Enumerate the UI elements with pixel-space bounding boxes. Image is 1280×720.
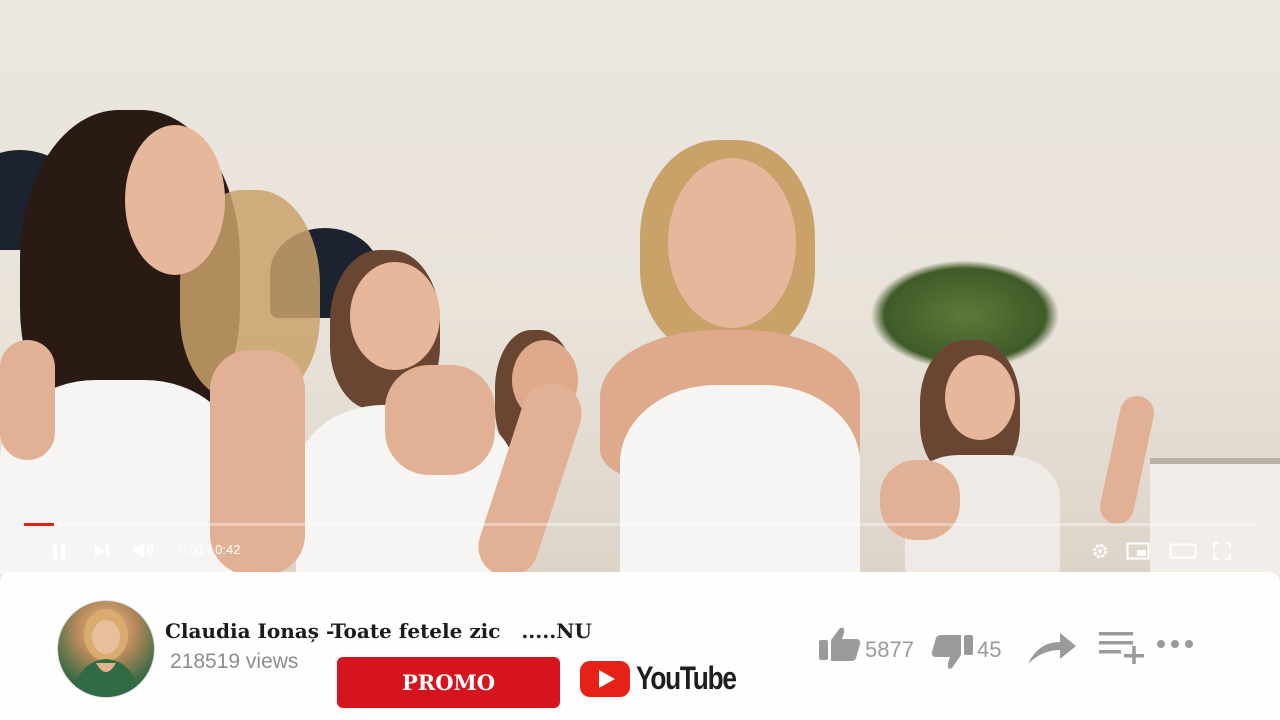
youtube-wordmark: YouTube (636, 660, 737, 696)
next-icon (95, 545, 109, 557)
singer-face (668, 158, 796, 328)
fullscreen-button[interactable] (1210, 539, 1234, 563)
dancer-center-left-face (350, 262, 440, 370)
pause-icon (53, 543, 65, 559)
miniplayer-icon (1126, 542, 1150, 560)
more-button[interactable] (1155, 636, 1195, 652)
settings-icon (1093, 544, 1107, 558)
dancer-left-face (125, 125, 225, 275)
singer-fist (880, 460, 960, 540)
volume-icon (133, 542, 154, 558)
view-count: 218519 views (170, 650, 299, 673)
singer-dress (620, 385, 860, 575)
share-button[interactable] (1026, 628, 1078, 668)
video-title[interactable]: Claudia Ionaș -Toate fetele zic .....NU (165, 619, 592, 643)
more-icon (1157, 640, 1193, 648)
settings-button[interactable] (1089, 540, 1111, 562)
fullscreen-icon (1213, 542, 1231, 560)
youtube-play-icon (580, 660, 630, 697)
volume-button[interactable] (130, 537, 158, 563)
next-button[interactable] (90, 539, 114, 563)
avatar-portrait (72, 609, 140, 697)
dislike-button[interactable] (930, 633, 974, 673)
dancer-right-face (945, 355, 1015, 440)
like-count: 5877 (865, 637, 914, 662)
dislike-count: 45 (977, 637, 1002, 662)
like-button[interactable] (818, 625, 862, 663)
youtube-logo[interactable]: YouTube (580, 660, 758, 697)
theater-icon (1169, 543, 1197, 559)
share-icon (1028, 633, 1076, 664)
miniplayer-button[interactable] (1124, 539, 1152, 563)
dancer-right-arm (1096, 392, 1158, 528)
video-frame[interactable]: 0:01 / 0:42 (0, 0, 1280, 575)
theater-button[interactable] (1167, 539, 1199, 563)
time-display: 0:01 / 0:42 (179, 542, 241, 557)
dancer-center-left-hands (385, 365, 495, 475)
channel-avatar[interactable] (57, 600, 155, 698)
video-info-panel (0, 572, 1280, 720)
thumbs-down-icon (931, 635, 973, 669)
add-to-playlist-button[interactable] (1098, 630, 1146, 664)
thumbs-up-icon (819, 627, 861, 661)
promo-button[interactable]: PROMO (337, 657, 560, 708)
add-to-playlist-icon (1099, 632, 1144, 664)
pause-button[interactable] (47, 539, 71, 563)
progress-bar[interactable] (24, 523, 1256, 526)
progress-played (24, 523, 54, 526)
dancer-left-hands (0, 340, 55, 460)
